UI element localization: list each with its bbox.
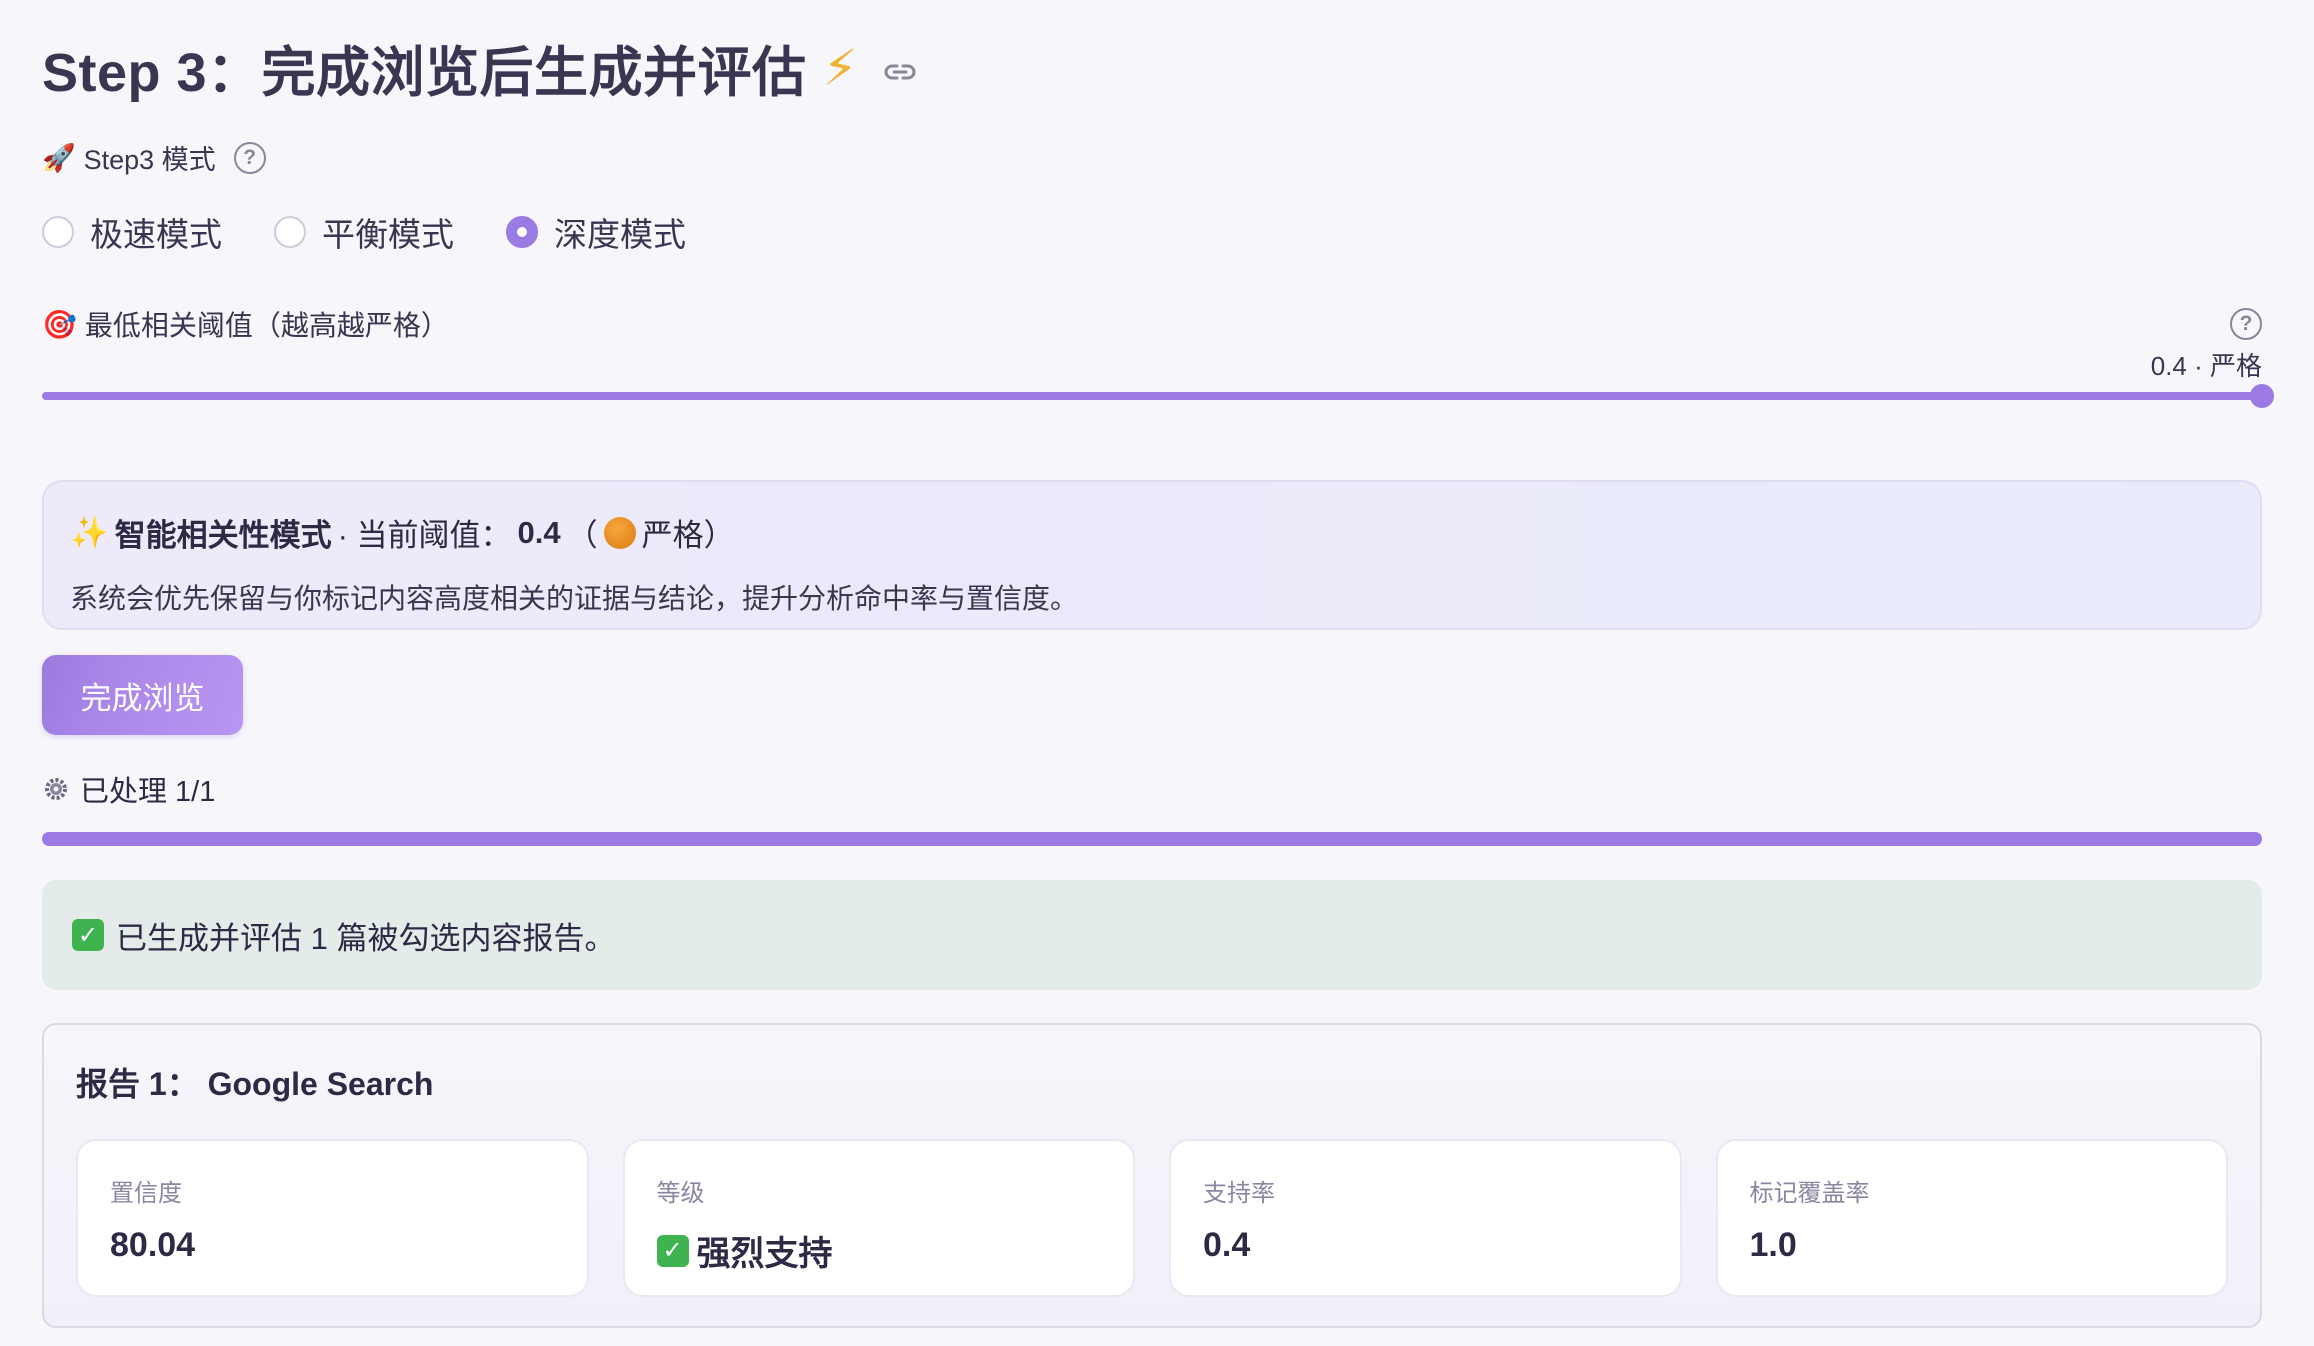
slider-fill [42,392,2262,400]
metric-support-rate: 支持率 0.4 [1169,1139,1682,1297]
metric-label: 置信度 [110,1180,182,1207]
finish-browsing-button[interactable]: 完成浏览 [42,655,243,735]
processed-status: 已处理 1/1 [42,768,215,810]
radio-fast-mode[interactable]: 极速模式 [42,208,222,256]
threshold-slider[interactable] [42,384,2274,408]
mode-label-text: Step3 模式 [83,145,216,175]
metric-label: 标记覆盖率 [1749,1180,1870,1207]
link-icon[interactable] [880,52,920,92]
radio-label: 深度模式 [554,216,686,253]
metric-value: 1.0 [1749,1226,1797,1264]
gear-icon [42,775,70,803]
slider-thumb[interactable] [2250,384,2274,408]
info-title-bold: 智能相关性模式 [114,518,332,553]
success-text: 已生成并评估 1 篇被勾选内容报告。 [116,920,616,956]
metric-label: 等级 [656,1180,705,1207]
metric-label: 支持率 [1203,1180,1275,1207]
mode-label: 🚀 Step3 模式 ? [42,138,266,177]
rocket-icon: 🚀 [42,142,76,173]
page-title: Step 3：完成浏览后生成并评估 [42,43,807,103]
report-title: 报告 1： Google Search [76,1066,434,1102]
success-message: ✓ 已生成并评估 1 篇被勾选内容报告。 [42,880,2262,990]
info-description: 系统会优先保留与你标记内容高度相关的证据与结论，提升分析命中率与置信度。 [70,583,1079,614]
radio-label: 平衡模式 [322,216,454,253]
sparkle-icon: ✨ [70,515,109,550]
threshold-value: 0.4 · 严格 [2150,351,2262,381]
mode-radio-group: 极速模式 平衡模式 深度模式 [42,208,686,256]
progress-fill [42,832,2262,846]
info-title-rest: · 当前阈值： [337,518,512,553]
grade-text: 强烈支持 [696,1235,833,1273]
metric-value-grade: ✓ 强烈支持 [656,1226,1102,1275]
progress-bar [42,832,2262,846]
metric-coverage: 标记覆盖率 1.0 [1715,1139,2228,1297]
lightning-icon: ⚡ [822,39,858,96]
metric-confidence: 置信度 80.04 [76,1139,589,1297]
target-icon: 🎯 [42,308,77,340]
metrics-row: 置信度 80.04 等级 ✓ 强烈支持 支持率 0.4 标记覆盖率 1.0 [76,1139,2228,1297]
info-title: ✨ 智能相关性模式 · 当前阈值： 0.4 （ 严格） [70,510,2234,555]
radio-label: 极速模式 [90,216,222,253]
radio-circle-selected[interactable] [506,216,538,248]
metric-value: 80.04 [110,1226,196,1264]
relevance-info-box: ✨ 智能相关性模式 · 当前阈值： 0.4 （ 严格） 系统会优先保留与你标记内… [42,480,2262,630]
report-card: 报告 1： Google Search 置信度 80.04 等级 ✓ 强烈支持 … [42,1023,2262,1328]
threshold-help-icon[interactable]: ? [2230,308,2262,340]
radio-balanced-mode[interactable]: 平衡模式 [274,208,454,256]
radio-circle[interactable] [42,216,74,248]
threshold-label: 🎯 最低相关阈值（越高越严格） [42,304,449,344]
info-level-text: 严格） [641,518,735,553]
metric-value: 0.4 [1203,1226,1251,1264]
metric-grade: 等级 ✓ 强烈支持 [622,1139,1135,1297]
radio-deep-mode[interactable]: 深度模式 [506,208,686,256]
page: Step 3：完成浏览后生成并评估 ⚡ 🚀 Step3 模式 ? 极速模式 平衡… [0,0,2314,1346]
help-icon[interactable]: ? [233,141,266,174]
orange-circle-icon [603,516,636,549]
info-threshold-value: 0.4 [517,514,561,550]
check-icon: ✓ [656,1234,689,1267]
processed-text: 已处理 1/1 [80,776,216,808]
page-heading: Step 3：完成浏览后生成并评估 ⚡ [42,28,920,107]
threshold-label-text: 最低相关阈值（越高越严格） [84,310,449,341]
radio-circle[interactable] [274,216,306,248]
info-paren: （ [566,518,598,553]
check-icon: ✓ [72,919,104,951]
